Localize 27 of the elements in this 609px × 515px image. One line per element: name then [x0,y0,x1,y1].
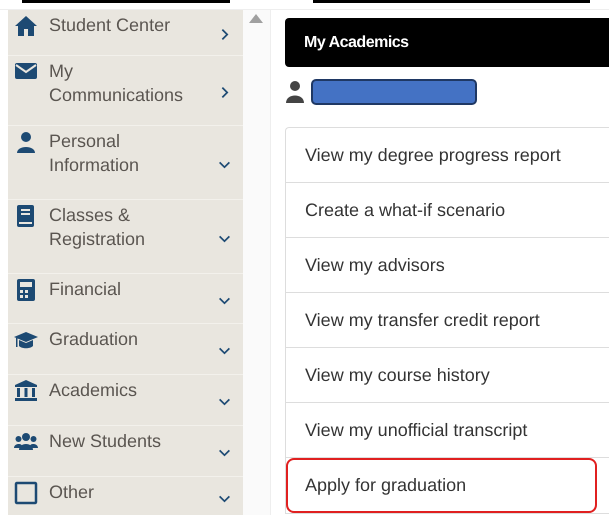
columns-building-icon [13,379,39,403]
sidebar-label: Academics [49,379,138,402]
menu-link[interactable]: View my degree progress report [286,128,609,183]
house-icon [13,14,39,38]
sidebar-label: My Communications [49,60,184,107]
sidebar-label: Classes & Registration [49,204,146,251]
sidebar-item[interactable]: Financial [8,274,243,324]
menu-link[interactable]: View my unofficial transcript [286,403,609,458]
square-icon [13,481,39,505]
panel-title: My Academics [304,34,409,52]
menu-link[interactable]: Create a what-if scenario [286,183,609,238]
sidebar-label: Personal Information [49,130,140,177]
sidebar-label: Student Center [49,14,172,37]
menu-link[interactable]: View my advisors [286,238,609,293]
sidebar-label: Financial [49,278,122,301]
menu-link[interactable]: Apply for graduation [286,458,597,513]
sidebar-item[interactable]: Student Center [8,10,243,56]
sidebar-item[interactable]: Academics [8,375,243,426]
sidebar-label: Graduation [49,328,140,351]
person-icon [285,80,305,104]
sidebar-label: Other [49,481,96,504]
menu-link[interactable]: View my course history [286,348,609,403]
menu-link[interactable]: View my transfer credit report [286,293,609,348]
scroll-up-arrow-icon[interactable] [249,14,263,23]
sidebar-label: New Students [49,430,162,453]
sidebar-item[interactable]: Graduation [8,324,243,375]
sidebar-item[interactable]: New Students [8,426,243,477]
